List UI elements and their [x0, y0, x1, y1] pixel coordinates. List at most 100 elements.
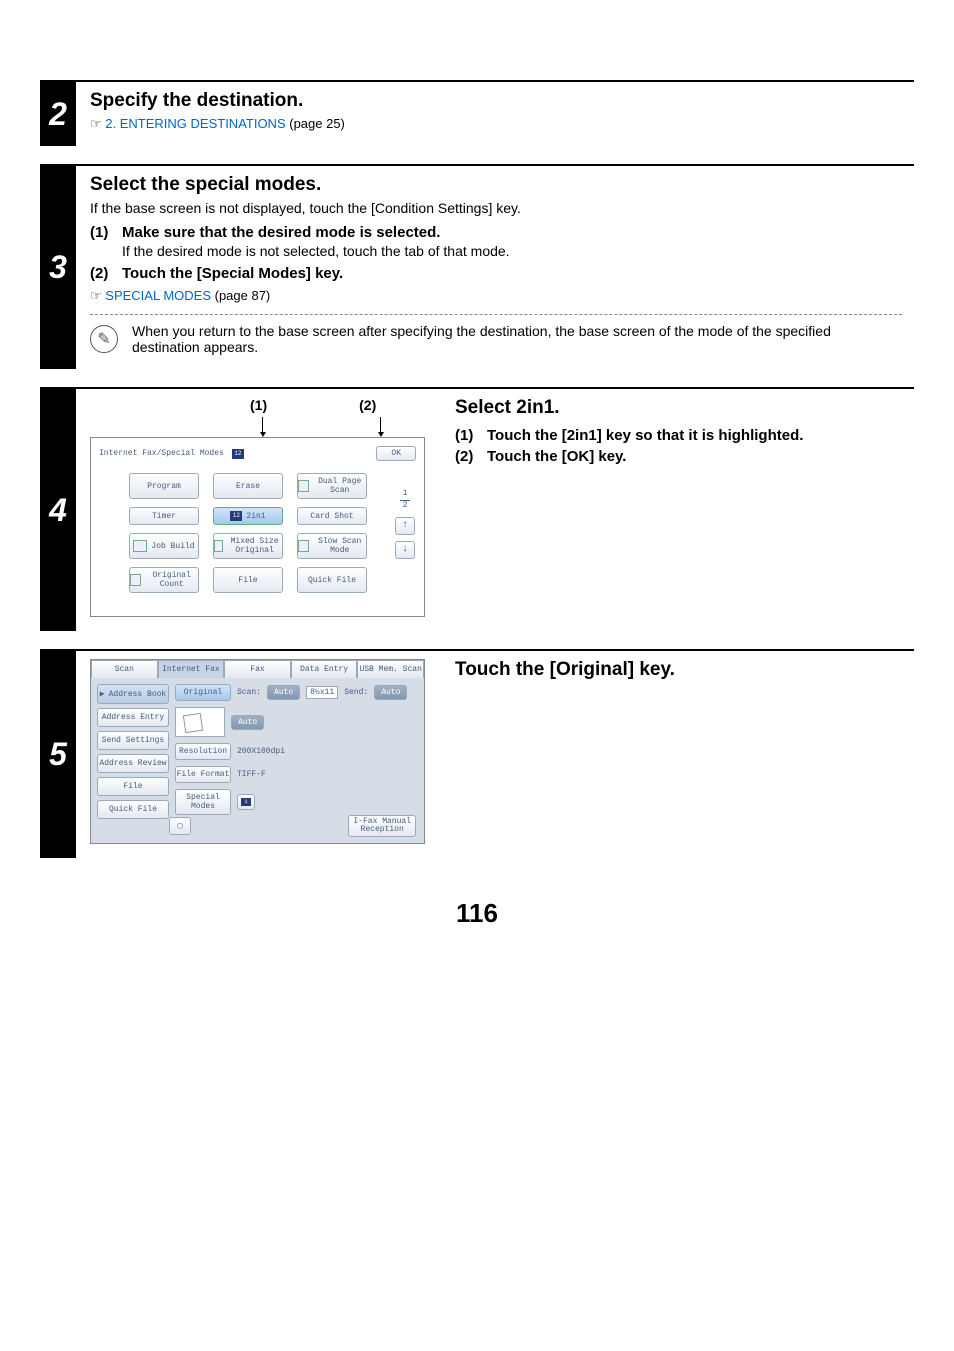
tab-scan[interactable]: Scan [91, 660, 158, 678]
quick-file-button[interactable]: Quick File [97, 800, 169, 819]
address-book-button[interactable]: ▶Address Book [97, 684, 169, 704]
dual-page-icon [298, 480, 309, 492]
step-number: 2 [40, 82, 76, 146]
resolution-button[interactable]: Resolution [175, 743, 231, 760]
ok-button[interactable]: OK [376, 446, 416, 461]
step-4-instructions: Select 2in1. (1) Touch the [2in1] key so… [455, 397, 902, 469]
send-settings-button[interactable]: Send Settings [97, 731, 169, 750]
program-button[interactable]: Program [129, 473, 199, 499]
step-5-body: Scan Internet Fax Fax Data Entry USB Mem… [76, 651, 914, 858]
preview-auto-pill: Auto [231, 715, 264, 730]
step-number: 4 [40, 389, 76, 631]
file-format-button[interactable]: File Format [175, 766, 231, 783]
step-4-right-title: Select 2in1. [455, 397, 902, 419]
job-build-button[interactable]: Job Build [129, 533, 199, 559]
mixed-size-icon [214, 540, 223, 552]
tab-data-entry[interactable]: Data Entry [291, 660, 358, 678]
special-modes-indicator-icon: 1 [237, 794, 255, 810]
original-button[interactable]: Original [175, 684, 231, 701]
page-number: 116 [40, 898, 914, 929]
tab-usb-mem-scan[interactable]: USB Mem. Scan [357, 660, 424, 678]
slow-scan-mode-button[interactable]: Slow Scan Mode [297, 533, 367, 559]
sub-num: (1) [455, 427, 487, 444]
left-menu: ▶Address Book Address Entry Send Setting… [97, 684, 169, 819]
callout-1-label: (1) [250, 397, 267, 413]
callout-lines [90, 417, 425, 437]
quick-file-button[interactable]: Quick File [297, 567, 367, 593]
scan-label: Scan: [237, 688, 261, 697]
sub-title: Touch the [Special Modes] key. [122, 265, 343, 282]
step-2-pointer: ☞ 2. ENTERING DESTINATIONS (page 25) [90, 116, 902, 132]
step-3: 3 Select the special modes. If the base … [40, 164, 914, 369]
step-5-right-title: Touch the [Original] key. [455, 659, 902, 681]
step-3-note: ✎ When you return to the base screen aft… [90, 323, 902, 355]
tab-internet-fax[interactable]: Internet Fax [158, 660, 225, 678]
sub-num: (2) [90, 265, 122, 282]
pointer-suffix: (page 87) [211, 288, 270, 303]
job-build-icon [133, 540, 147, 552]
send-auto-pill: Auto [374, 685, 407, 700]
file-format-value: TIFF-F [237, 770, 266, 779]
preview-icon: ▢ [178, 821, 183, 831]
file-button[interactable]: File [97, 777, 169, 796]
tab-fax[interactable]: Fax [224, 660, 291, 678]
special-modes-screen: Internet Fax/Special Modes 12 OK Program… [90, 437, 425, 617]
page-down-button[interactable]: ↓ [395, 541, 415, 559]
ifax-manual-reception-button[interactable]: I-Fax Manual Reception [348, 815, 416, 837]
original-count-icon [130, 574, 141, 586]
mode-12-icon: 12 [230, 511, 242, 521]
erase-button[interactable]: Erase [213, 473, 283, 499]
step-3-pointer: ☞ SPECIAL MODES (page 87) [90, 288, 902, 304]
resolution-value: 200X100dpi [237, 747, 285, 756]
file-button[interactable]: File [213, 567, 283, 593]
preview-button[interactable]: ▢ [169, 817, 191, 835]
step-5-instructions: Touch the [Original] key. [455, 659, 902, 689]
pointer-link[interactable]: 2. ENTERING DESTINATIONS [105, 116, 285, 131]
screen-title: Internet Fax/Special Modes [99, 449, 224, 458]
step-3-body: Select the special modes. If the base sc… [76, 166, 914, 369]
step-4-screenshot: (1) (2) Internet Fax/Special Modes 12 OK [90, 397, 425, 617]
send-label: Send: [344, 688, 368, 697]
step-2: 2 Specify the destination. ☞ 2. ENTERING… [40, 80, 914, 146]
original-count-button[interactable]: Original Count [129, 567, 199, 593]
pointer-suffix: (page 25) [286, 116, 345, 131]
step-4: 4 (1) (2) Internet Fax/Special Modes 12 [40, 387, 914, 631]
two-in-one-button[interactable]: 122in1 [213, 507, 283, 525]
scan-auto-pill: Auto [267, 685, 300, 700]
sub-num: (1) [90, 224, 122, 241]
note-icon: ✎ [90, 325, 118, 353]
card-shot-button[interactable]: Card Shot [297, 507, 367, 525]
step-2-body: Specify the destination. ☞ 2. ENTERING D… [76, 82, 914, 146]
base-screen: Scan Internet Fax Fax Data Entry USB Mem… [90, 659, 425, 844]
pointer-link[interactable]: SPECIAL MODES [105, 288, 211, 303]
step-2-title: Specify the destination. [90, 90, 902, 112]
step-3-title: Select the special modes. [90, 174, 902, 196]
sub-title: Make sure that the desired mode is selec… [122, 224, 440, 241]
slow-scan-icon [298, 540, 309, 552]
step-3-intro: If the base screen is not displayed, tou… [90, 200, 902, 216]
callout-2-label: (2) [359, 397, 376, 413]
timer-button[interactable]: Timer [129, 507, 199, 525]
dual-page-scan-button[interactable]: Dual Page Scan [297, 473, 367, 499]
sub-title: Touch the [OK] key. [487, 448, 626, 465]
address-entry-button[interactable]: Address Entry [97, 708, 169, 727]
step-number: 3 [40, 166, 76, 369]
pointer-icon: ☞ [90, 116, 102, 131]
step-4-body: (1) (2) Internet Fax/Special Modes 12 OK [76, 389, 914, 631]
step-3-sub1: (1) Make sure that the desired mode is s… [90, 224, 902, 259]
address-review-button[interactable]: Address Review [97, 754, 169, 773]
right-panel: Original Scan: Auto 8½x11 Send: Auto Aut… [175, 684, 418, 819]
step-3-sub2: (2) Touch the [Special Modes] key. [90, 265, 902, 282]
special-modes-button[interactable]: Special Modes [175, 789, 231, 815]
step-5: 5 Scan Internet Fax Fax Data Entry USB M… [40, 649, 914, 858]
sub-desc: If the desired mode is not selected, tou… [122, 243, 902, 259]
page-up-button[interactable]: ↑ [395, 517, 415, 535]
step-number: 5 [40, 651, 76, 858]
mode-12-icon: 12 [232, 449, 244, 459]
scan-size: 8½x11 [306, 686, 338, 699]
pointer-icon: ☞ [90, 288, 102, 303]
dashed-separator [90, 314, 902, 315]
tab-bar: Scan Internet Fax Fax Data Entry USB Mem… [91, 660, 424, 678]
page-nav: 1 2 ↑ ↓ [394, 490, 416, 559]
mixed-size-original-button[interactable]: Mixed Size Original [213, 533, 283, 559]
